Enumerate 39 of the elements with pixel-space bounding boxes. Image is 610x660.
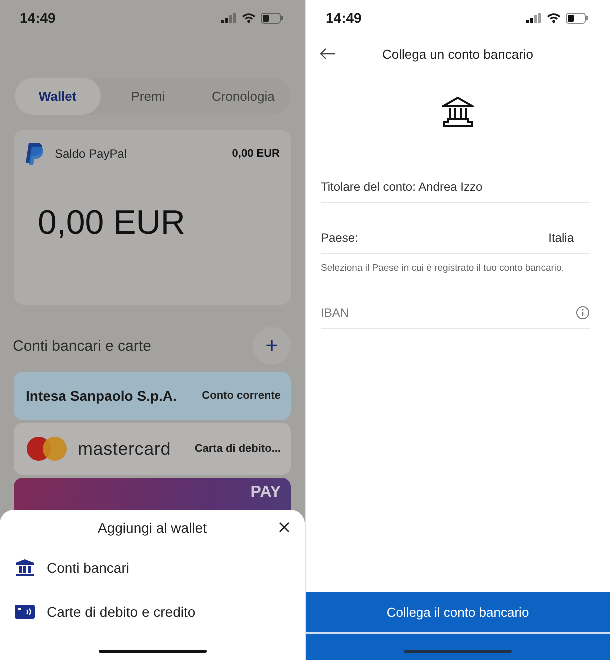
page-title: Collega un conto bancario	[382, 46, 534, 62]
tab[interactable]: Cronologia	[196, 78, 291, 115]
battery-icon	[566, 12, 588, 24]
bank-icon	[442, 96, 474, 128]
menu-item[interactable]: Carte di debito e credito	[0, 590, 305, 634]
account-name: Intesa Sanpaolo S.p.A.	[26, 388, 177, 404]
close-button[interactable]	[278, 521, 291, 534]
section-title: Conti bancari e carte	[13, 338, 152, 354]
bank-icon	[15, 559, 35, 577]
card-icon	[15, 605, 35, 619]
paypal-logo-icon	[25, 142, 45, 166]
account-type: Carta di debito...	[194, 443, 281, 455]
signal-icon	[526, 13, 542, 23]
wifi-icon	[547, 13, 561, 23]
status-time: 14:49	[326, 10, 362, 26]
balance-label: Saldo PayPal	[55, 147, 128, 161]
iban-field[interactable]: IBAN	[321, 306, 521, 320]
sheet-title: Aggiungi al wallet	[98, 520, 207, 536]
mastercard-logo-icon	[26, 436, 68, 462]
card-brand: mastercard	[78, 438, 172, 460]
menu-item[interactable]: Conti bancari	[0, 546, 305, 590]
field-hint: Seleziona il Paese in cui è registrato il tuo conto bancario.	[321, 263, 566, 274]
account-type: Conto corrente	[202, 390, 281, 402]
tab[interactable]: Premi	[100, 78, 196, 115]
back-button[interactable]	[320, 48, 336, 60]
link-bank-button[interactable]: Collega il conto bancario	[306, 592, 610, 632]
signal-icon	[221, 13, 237, 23]
card-brand: PAY	[250, 484, 281, 502]
add-button[interactable]: +	[253, 327, 291, 365]
tab[interactable]: Wallet	[15, 78, 101, 115]
account-card[interactable]: mastercard Carta di debito...	[14, 423, 291, 475]
balance-total: 0,00 EUR	[38, 204, 186, 243]
country-field[interactable]: Paese: Italia	[321, 222, 590, 254]
account-holder-field: Titolare del conto: Andrea Izzo	[321, 171, 590, 203]
battery-icon	[261, 12, 283, 24]
account-card[interactable]: Intesa Sanpaolo S.p.A. Conto corrente	[14, 372, 291, 420]
status-time: 14:49	[20, 10, 56, 26]
balance-amount: 0,00 EUR	[232, 148, 280, 160]
wifi-icon	[242, 13, 256, 23]
